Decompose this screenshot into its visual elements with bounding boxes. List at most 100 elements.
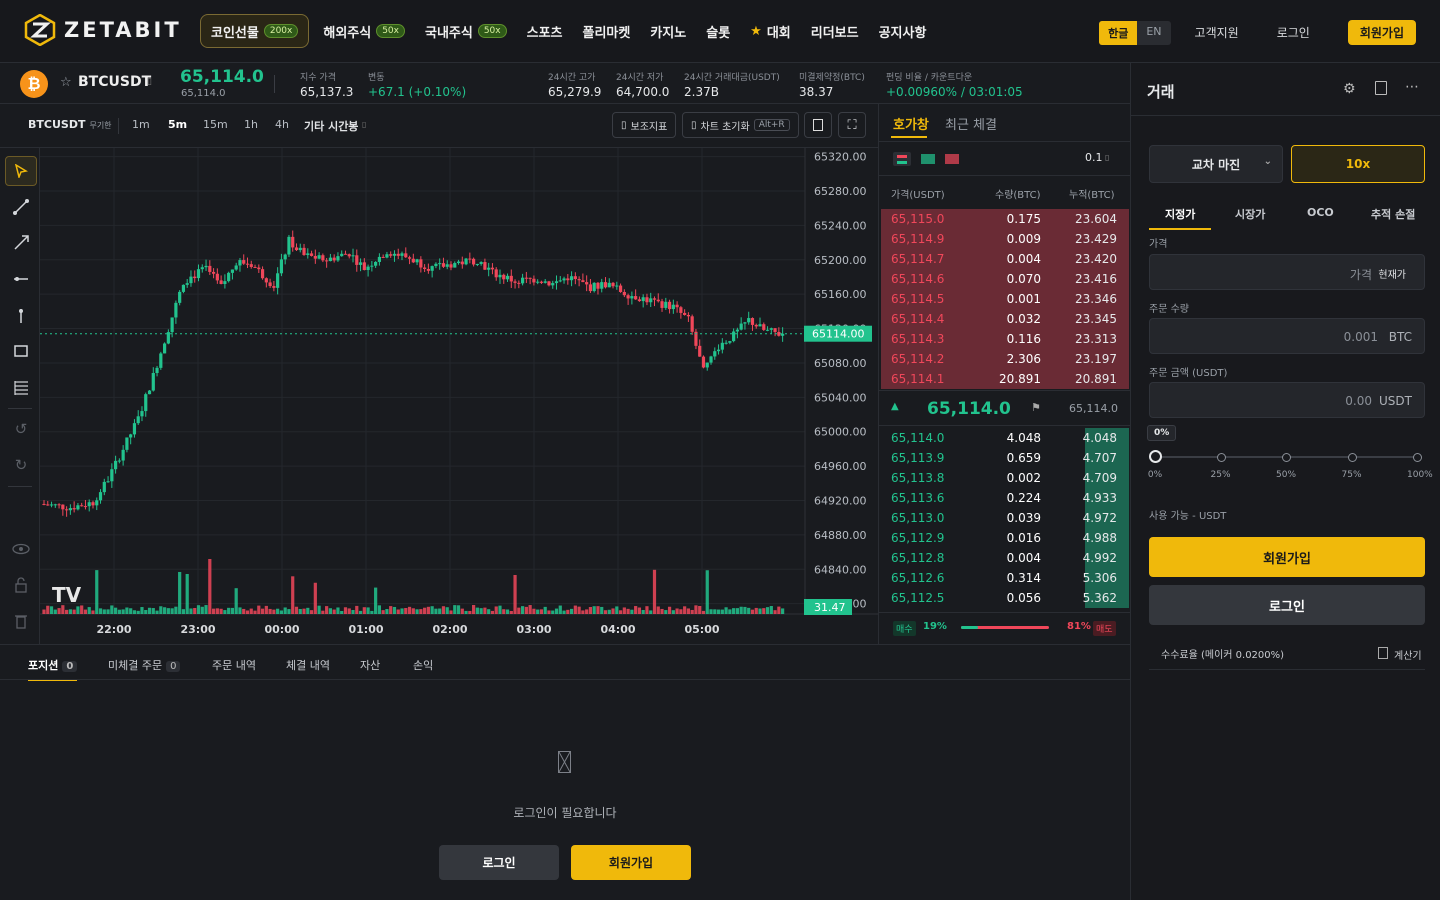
ticker-symbol[interactable]: BTCUSDT: [78, 74, 151, 90]
horizontal-line-tool-icon[interactable]: [5, 264, 37, 294]
order-type-tab-0[interactable]: 지정가: [1149, 206, 1212, 230]
bid-row[interactable]: 65,113.6 0.224 4.933: [881, 488, 1129, 508]
eye-icon[interactable]: [5, 534, 37, 564]
bottom-tab-1[interactable]: 미체결 주문 0: [108, 657, 181, 673]
ask-row[interactable]: 65,114.5 0.001 23.346: [881, 289, 1129, 309]
nav-menu-item-9[interactable]: 공지사항: [869, 14, 937, 48]
bid-row[interactable]: 65,112.9 0.016 4.988: [881, 528, 1129, 548]
ask-row[interactable]: 65,114.6 0.070 23.416: [881, 269, 1129, 289]
fullscreen-button[interactable]: ⛶: [838, 112, 866, 138]
bid-row[interactable]: 65,112.5 0.056 5.362: [881, 588, 1129, 608]
nav-menu-item-6[interactable]: 슬롯: [696, 14, 740, 48]
lang-ko[interactable]: 한글: [1099, 20, 1138, 45]
timeframe-dropdown-icon[interactable]: ▯: [362, 120, 366, 129]
price-chart[interactable]: 65320.00 65280.00 65240.00 65200.00 65160.00…: [40, 148, 878, 644]
nav-menu-item-2[interactable]: 국내주식 50x: [415, 14, 517, 48]
lock-icon[interactable]: [5, 570, 37, 600]
leverage-button[interactable]: 10x: [1291, 145, 1425, 183]
order-type-tab-1[interactable]: 시장가: [1235, 206, 1265, 222]
tick-size[interactable]: 0.1: [1085, 151, 1103, 164]
bid-row[interactable]: 65,112.8 0.004 4.992: [881, 548, 1129, 568]
ask-row[interactable]: 65,114.9 0.009 23.429: [881, 229, 1129, 249]
bottom-tab-5[interactable]: 손익: [413, 657, 433, 673]
ask-row[interactable]: 65,114.7 0.004 23.420: [881, 249, 1129, 269]
support-link[interactable]: 고객지원: [1195, 24, 1239, 41]
language-switch[interactable]: 한글 EN: [1099, 20, 1171, 45]
ray-tool-icon[interactable]: [5, 228, 37, 258]
ask-row[interactable]: 65,115.0 0.175 23.604: [881, 209, 1129, 229]
view-asks-icon[interactable]: [945, 154, 959, 164]
trend-line-tool-icon[interactable]: [5, 192, 37, 222]
reset-chart-button[interactable]: ▯ 차트 초기화 Alt+R: [682, 112, 799, 138]
candlestick-chart[interactable]: 65320.00 65280.00 65240.00 65200.00 65160.00…: [40, 148, 878, 644]
login-button[interactable]: 로그인: [439, 845, 559, 880]
nav-menu-item-1[interactable]: 해외주식 50x: [313, 14, 415, 48]
bid-row[interactable]: 65,114.0 4.048 4.048: [881, 428, 1129, 448]
settings-icon[interactable]: ⚙: [1343, 81, 1356, 97]
timeframe-1h[interactable]: 1h: [244, 118, 258, 131]
bid-row[interactable]: 65,113.8 0.002 4.709: [881, 468, 1129, 488]
slider-step[interactable]: [1282, 453, 1291, 462]
nav-menu-item-5[interactable]: 카지노: [640, 14, 696, 48]
bid-row[interactable]: 65,113.0 0.039 4.972: [881, 508, 1129, 528]
calculator-icon[interactable]: [1375, 81, 1387, 95]
slider-step[interactable]: [1149, 450, 1162, 463]
nav-menu-item-8[interactable]: 리더보드: [801, 14, 869, 48]
timeframe-15m[interactable]: 15m: [203, 118, 228, 131]
tab-recent-trades[interactable]: 최근 체결: [945, 114, 997, 133]
qty-input[interactable]: 0.001 BTC: [1149, 318, 1425, 354]
nav-menu-item-3[interactable]: 스포츠: [517, 14, 573, 48]
indicators-button[interactable]: ▯ 보조지표: [612, 112, 677, 138]
login-button[interactable]: 로그인: [1149, 585, 1425, 625]
lang-en[interactable]: EN: [1137, 21, 1170, 45]
order-type-tab-3[interactable]: 추적 손절: [1371, 206, 1415, 222]
bid-row[interactable]: 65,113.9 0.659 4.707: [881, 448, 1129, 468]
margin-mode-select[interactable]: 교차 마진 ⌄: [1149, 145, 1283, 183]
nav-menu-item-7[interactable]: ★ 대회: [740, 14, 801, 48]
current-price-button[interactable]: 현재가: [1378, 266, 1406, 281]
symbol-dropdown-icon[interactable]: ▯: [147, 77, 152, 87]
timeframe-1m[interactable]: 1m: [132, 118, 150, 131]
calculator-link[interactable]: 계산기: [1394, 647, 1422, 662]
brand-logo[interactable]: ZETABIT: [24, 14, 182, 46]
other-timeframes[interactable]: 기타 시간봉: [304, 118, 358, 134]
ask-row[interactable]: 65,114.4 0.032 23.345: [881, 309, 1129, 329]
trash-icon[interactable]: [5, 606, 37, 636]
vertical-line-tool-icon[interactable]: [5, 300, 37, 330]
signup-button[interactable]: 회원가입: [571, 845, 691, 880]
price-input[interactable]: 가격 현재가: [1149, 254, 1425, 290]
ask-row[interactable]: 65,114.2 2.306 23.197: [881, 349, 1129, 369]
timeframe-5m[interactable]: 5m: [168, 118, 187, 131]
calculator-small-icon[interactable]: [1378, 647, 1388, 659]
view-both-icon[interactable]: [893, 152, 911, 166]
more-icon[interactable]: ⋯: [1405, 79, 1419, 95]
bottom-tab-0[interactable]: 포지션 0: [28, 657, 78, 681]
ask-row[interactable]: 65,114.3 0.116 23.313: [881, 329, 1129, 349]
view-bids-icon[interactable]: [921, 154, 935, 164]
favorite-star-icon[interactable]: ☆: [60, 75, 72, 90]
login-link[interactable]: 로그인: [1277, 24, 1310, 41]
order-type-tab-2[interactable]: OCO: [1307, 206, 1334, 219]
slider-step[interactable]: [1413, 453, 1422, 462]
timeframe-4h[interactable]: 4h: [275, 118, 289, 131]
slider-step[interactable]: [1347, 453, 1357, 462]
cursor-tool-icon[interactable]: [5, 156, 37, 186]
undo-icon[interactable]: ↺: [5, 414, 37, 444]
bottom-tab-2[interactable]: 주문 내역: [212, 657, 256, 673]
nav-menu-item-4[interactable]: 폴리마켓: [573, 14, 641, 48]
rectangle-tool-icon[interactable]: [5, 336, 37, 366]
redo-icon[interactable]: ↻: [5, 450, 37, 480]
bid-row[interactable]: 65,112.6 0.314 5.306: [881, 568, 1129, 588]
screenshot-button[interactable]: [804, 112, 832, 138]
fib-tool-icon[interactable]: [5, 372, 37, 402]
tick-dropdown-icon[interactable]: ▯: [1105, 153, 1109, 162]
signup-button[interactable]: 회원가입: [1149, 537, 1425, 577]
bottom-tab-4[interactable]: 자산: [360, 657, 380, 673]
nav-menu-item-0[interactable]: 코인선물 200x: [200, 14, 310, 48]
tab-orderbook[interactable]: 호가창: [893, 114, 929, 133]
ask-row[interactable]: 65,114.1 20.891 20.891: [881, 369, 1129, 389]
bottom-tab-3[interactable]: 체결 내역: [286, 657, 330, 673]
signup-button[interactable]: 회원가입: [1347, 20, 1416, 45]
amount-input[interactable]: 0.00 USDT: [1149, 382, 1425, 418]
slider-step[interactable]: [1216, 453, 1226, 462]
